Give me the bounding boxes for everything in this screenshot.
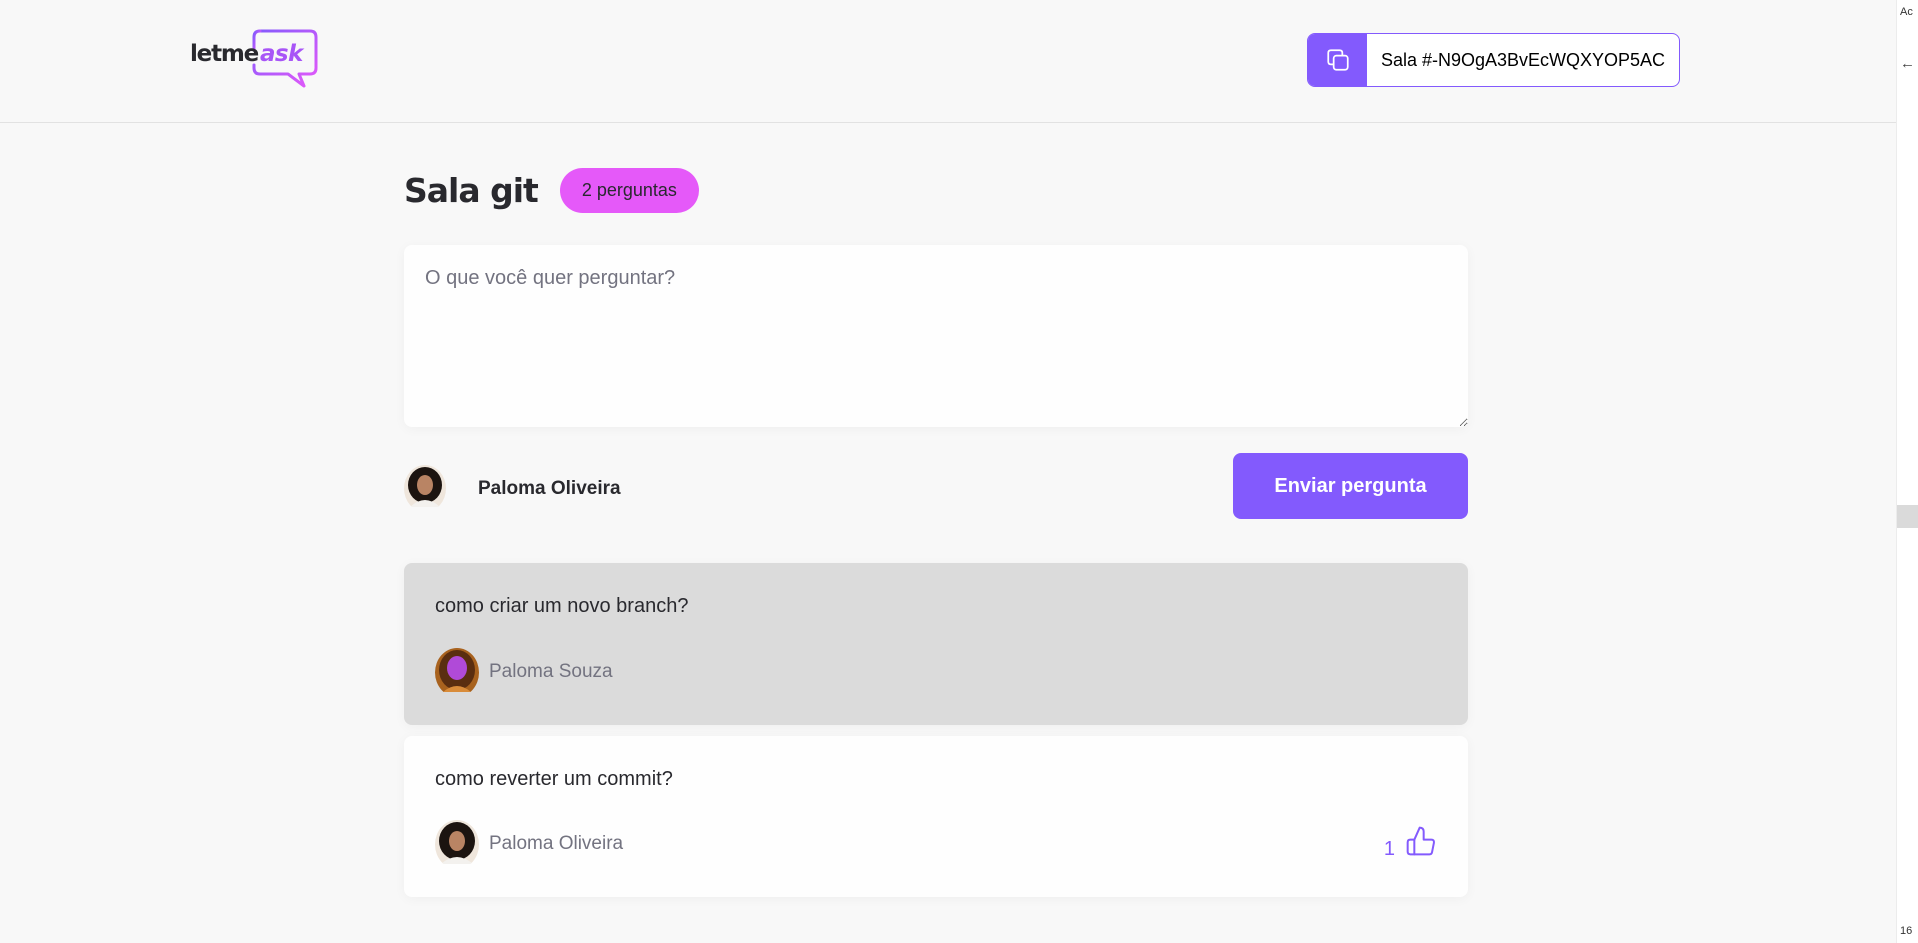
question-content: como criar um novo branch?	[435, 595, 689, 617]
author-avatar	[435, 647, 479, 697]
send-question-button[interactable]: Enviar pergunta	[1233, 453, 1468, 519]
logo-text-letme: letme	[190, 41, 259, 67]
question-footer: Paloma Oliveira 1	[435, 819, 1437, 869]
question-author: Paloma Oliveira	[435, 819, 624, 869]
author-name: Paloma Oliveira	[489, 833, 624, 854]
like-count: 1	[1383, 838, 1395, 860]
question-author: Paloma Souza	[435, 647, 613, 697]
question-content: como reverter um commit?	[435, 768, 673, 790]
question-footer: Paloma Souza	[435, 647, 1437, 697]
side-panel-scrollbar[interactable]	[1897, 505, 1918, 528]
page-header: letme ask Sala #-N9OgA3BvEcWQXYOP5AC	[0, 0, 1896, 123]
like-button[interactable]: 1	[1384, 825, 1437, 863]
current-user-name: Paloma Oliveira	[478, 477, 621, 499]
question-textarea[interactable]	[404, 245, 1468, 427]
question-card: como reverter um commit? Paloma Oliveira…	[404, 736, 1468, 897]
current-user-info: Paloma Oliveira	[404, 465, 621, 512]
letmeask-logo[interactable]: letme ask	[190, 28, 320, 90]
question-card: como criar um novo branch? Paloma Souza	[404, 563, 1468, 725]
room-title-row: Sala git 2 perguntas	[404, 168, 699, 213]
room-code-label: Sala #-N9OgA3BvEcWQXYOP5AC	[1380, 50, 1666, 70]
copy-icon	[1308, 34, 1367, 86]
page-title: Sala git	[404, 171, 539, 210]
side-panel-label: Ac	[1900, 6, 1913, 18]
logo-text-ask: ask	[260, 41, 303, 67]
author-avatar	[435, 819, 479, 869]
user-avatar	[404, 465, 446, 512]
copy-room-code-button[interactable]: Sala #-N9OgA3BvEcWQXYOP5AC	[1307, 33, 1680, 87]
question-count-badge: 2 perguntas	[559, 168, 699, 213]
form-footer: Paloma Oliveira Enviar pergunta	[404, 453, 1468, 519]
back-arrow-icon[interactable]: ←	[1900, 55, 1915, 72]
side-panel-footer-text: 16	[1900, 925, 1913, 937]
thumbs-up-icon	[1405, 825, 1437, 863]
devtools-side-panel: Ac ← 16	[1896, 0, 1918, 943]
author-name: Paloma Souza	[489, 661, 613, 682]
